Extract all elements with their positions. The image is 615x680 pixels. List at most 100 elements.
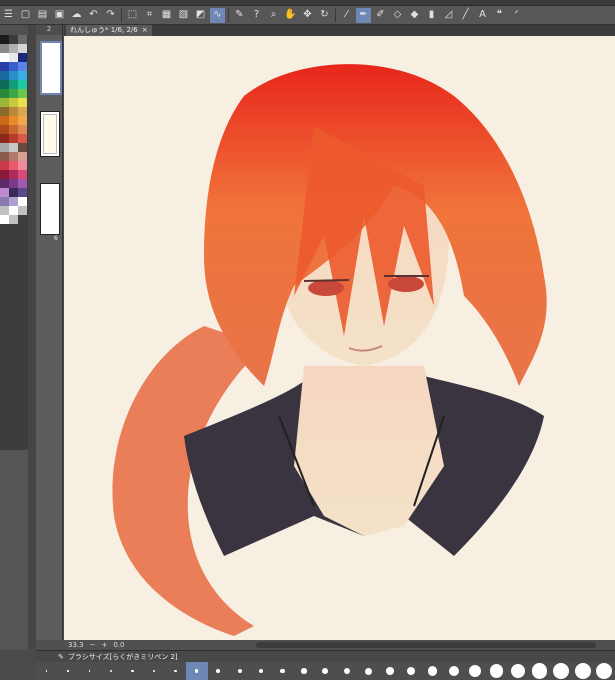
color-swatch[interactable]: [18, 62, 27, 71]
eraser-icon[interactable]: ◇: [390, 8, 405, 23]
color-swatch[interactable]: [18, 125, 27, 134]
color-swatch[interactable]: [0, 134, 9, 143]
color-swatch[interactable]: [0, 71, 9, 80]
color-swatch[interactable]: [0, 197, 9, 206]
brush-size-option[interactable]: [208, 662, 229, 680]
color-swatch[interactable]: [9, 98, 18, 107]
color-swatch[interactable]: [18, 35, 27, 44]
select-all-icon[interactable]: ▦: [159, 8, 174, 23]
color-swatch[interactable]: [18, 170, 27, 179]
color-swatch[interactable]: [0, 98, 9, 107]
undo-icon[interactable]: ↶: [86, 8, 101, 23]
page-thumbnail-current[interactable]: [40, 41, 62, 95]
crop-icon[interactable]: ⌗: [142, 8, 157, 23]
lasso-icon[interactable]: ∿: [210, 7, 225, 23]
color-swatch[interactable]: [0, 35, 9, 44]
brush-size-option[interactable]: [336, 662, 357, 680]
eyedropper-icon[interactable]: ⁄: [339, 8, 354, 23]
brush-size-option[interactable]: [465, 662, 486, 680]
color-swatch[interactable]: [9, 161, 18, 170]
brush-size-option[interactable]: [508, 662, 529, 680]
pen-tool-icon[interactable]: ✒: [356, 7, 371, 23]
brush-size-option[interactable]: [229, 662, 250, 680]
cloud-icon[interactable]: ☁: [69, 8, 84, 23]
figure-icon[interactable]: ◿: [441, 8, 456, 23]
brush-size-option[interactable]: [572, 662, 593, 680]
gradient-icon[interactable]: ▮: [424, 8, 439, 23]
fill-icon[interactable]: ◆: [407, 8, 422, 23]
color-swatch[interactable]: [0, 152, 9, 161]
color-swatch[interactable]: [0, 62, 9, 71]
brush-size-option[interactable]: [593, 662, 614, 680]
menu-icon[interactable]: ☰: [1, 8, 16, 23]
color-swatch[interactable]: [18, 206, 27, 215]
brush-size-option[interactable]: [36, 662, 57, 680]
color-swatch[interactable]: [18, 71, 27, 80]
color-swatch[interactable]: [0, 44, 9, 53]
color-swatch[interactable]: [0, 215, 9, 224]
zoom-in-icon[interactable]: +: [101, 641, 107, 649]
brush-size-option[interactable]: [122, 662, 143, 680]
color-swatch[interactable]: [9, 152, 18, 161]
color-swatch[interactable]: [0, 80, 9, 89]
new-file-icon[interactable]: ▢: [18, 8, 33, 23]
color-swatch[interactable]: [9, 107, 18, 116]
color-swatch[interactable]: [9, 53, 18, 62]
color-swatch[interactable]: [18, 134, 27, 143]
brush-size-option[interactable]: [272, 662, 293, 680]
correct-line-icon[interactable]: ᐟ: [509, 8, 524, 23]
color-swatch[interactable]: [9, 80, 18, 89]
color-swatch[interactable]: [9, 134, 18, 143]
color-swatch[interactable]: [0, 116, 9, 125]
hand-icon[interactable]: ✋: [283, 8, 298, 23]
color-swatch[interactable]: [9, 197, 18, 206]
color-swatch[interactable]: [18, 116, 27, 125]
brush-size-option[interactable]: [143, 662, 164, 680]
brush-size-option[interactable]: [486, 662, 507, 680]
color-swatch[interactable]: [0, 89, 9, 98]
color-swatch[interactable]: [9, 89, 18, 98]
drawing-canvas[interactable]: [64, 36, 615, 640]
ruler-icon[interactable]: ╱: [458, 8, 473, 23]
angle-value[interactable]: 0.0: [113, 641, 124, 649]
brush-size-option[interactable]: [379, 662, 400, 680]
rotate-icon[interactable]: ↻: [317, 8, 332, 23]
color-swatch[interactable]: [0, 125, 9, 134]
color-swatch[interactable]: [0, 161, 9, 170]
color-swatch[interactable]: [9, 179, 18, 188]
color-swatch[interactable]: [18, 152, 27, 161]
brush-size-option[interactable]: [358, 662, 379, 680]
color-swatch[interactable]: [18, 161, 27, 170]
save-icon[interactable]: ▣: [52, 8, 67, 23]
brush-size-option[interactable]: [79, 662, 100, 680]
color-swatch[interactable]: [18, 143, 27, 152]
transform-icon[interactable]: ⬚: [125, 8, 140, 23]
color-swatch[interactable]: [18, 53, 27, 62]
horizontal-scrollbar[interactable]: [256, 642, 596, 648]
brush-size-option[interactable]: [293, 662, 314, 680]
color-swatch[interactable]: [9, 71, 18, 80]
color-swatch[interactable]: [9, 125, 18, 134]
brush-size-option[interactable]: [422, 662, 443, 680]
color-swatch[interactable]: [18, 89, 27, 98]
invert-icon[interactable]: ◩: [193, 8, 208, 23]
brush-size-option[interactable]: [57, 662, 78, 680]
color-swatch[interactable]: [9, 116, 18, 125]
tab-document[interactable]: れんしゅう* 1/6, 2/6 ×: [66, 25, 152, 36]
balloon-icon[interactable]: ❝: [492, 8, 507, 23]
page-thumbnail[interactable]: [40, 111, 60, 157]
color-swatch[interactable]: [9, 170, 18, 179]
color-swatch[interactable]: [18, 44, 27, 53]
color-swatch[interactable]: [0, 170, 9, 179]
color-swatch[interactable]: [0, 206, 9, 215]
close-icon[interactable]: ×: [142, 25, 148, 36]
brush-size-option[interactable]: [186, 662, 208, 680]
brush-size-option[interactable]: [529, 662, 550, 680]
open-icon[interactable]: ▤: [35, 8, 50, 23]
brush-size-option[interactable]: [443, 662, 464, 680]
redo-icon[interactable]: ↷: [103, 8, 118, 23]
text-icon[interactable]: A: [475, 8, 490, 23]
color-swatch[interactable]: [9, 188, 18, 197]
color-swatch[interactable]: [9, 44, 18, 53]
brush-size-option[interactable]: [100, 662, 121, 680]
